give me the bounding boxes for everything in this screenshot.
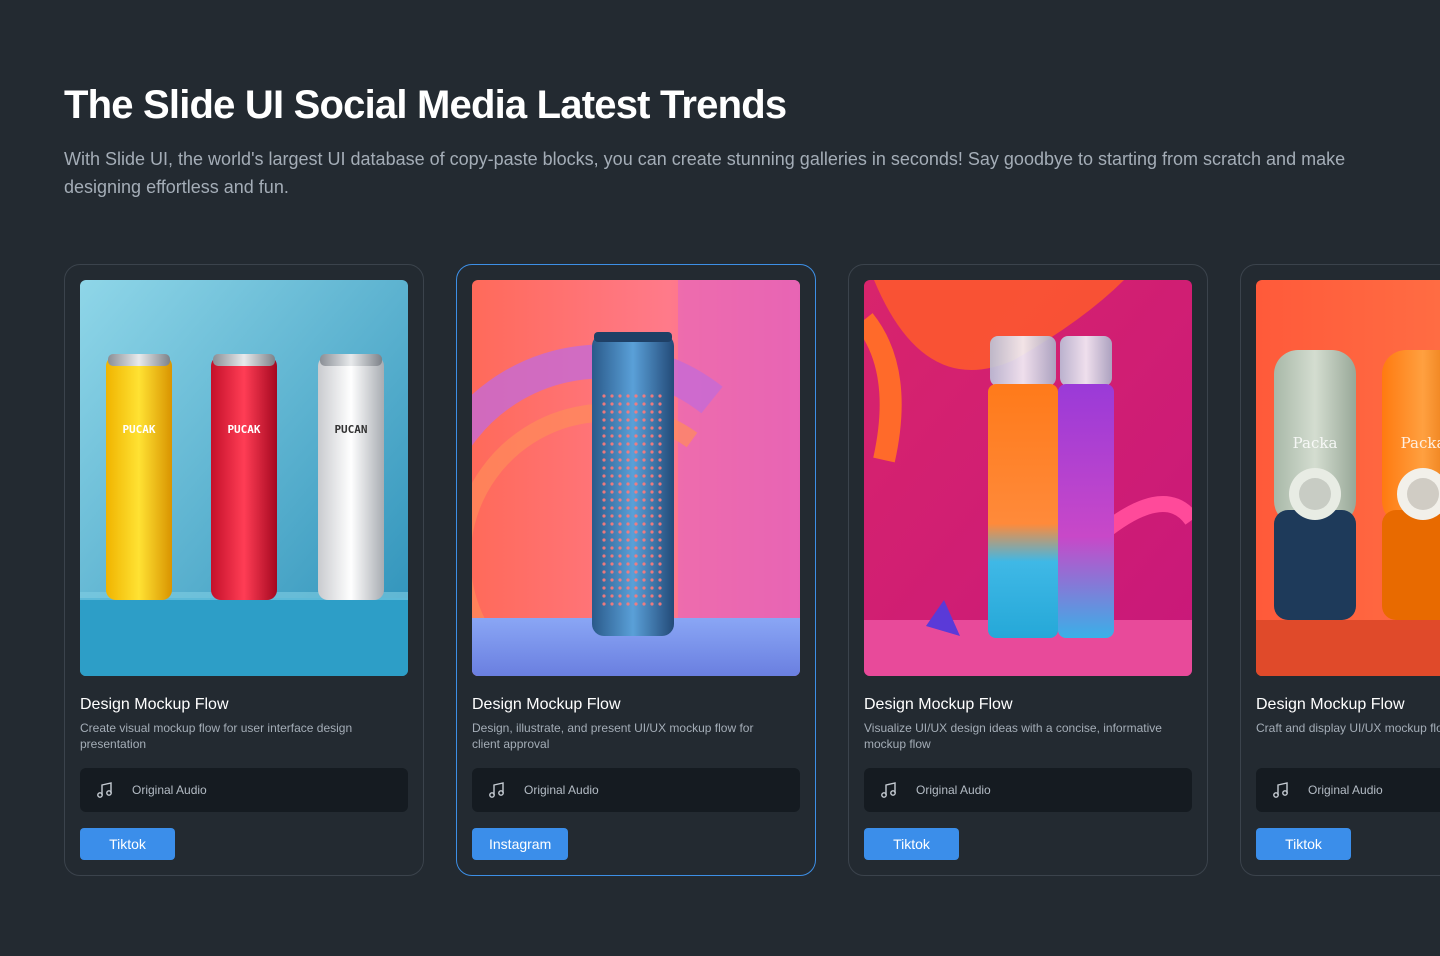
trend-card[interactable]: PUCAK PUCAK PUCAN Design Mockup Flow Cre… bbox=[64, 264, 424, 876]
audio-label: Original Audio bbox=[1308, 783, 1383, 797]
audio-bar[interactable]: Original Audio bbox=[864, 768, 1192, 812]
trend-card[interactable]: Design Mockup Flow Visualize UI/UX desig… bbox=[848, 264, 1208, 876]
can-label: PUCAK bbox=[122, 423, 155, 436]
can-label: PUCAN bbox=[334, 423, 367, 436]
card-description: Craft and display UI/UX mockup flow for … bbox=[1256, 721, 1440, 735]
audio-bar[interactable]: Original Audio bbox=[1256, 768, 1440, 812]
device-mockup-image: Packa Packa bbox=[1256, 280, 1440, 676]
page-title: The Slide UI Social Media Latest Trends bbox=[64, 83, 787, 127]
card-title: Design Mockup Flow bbox=[80, 696, 229, 713]
card-title: Design Mockup Flow bbox=[472, 696, 621, 713]
platform-button[interactable]: Tiktok bbox=[864, 828, 959, 860]
card-image-sprays bbox=[864, 280, 1192, 676]
card-description: Visualize UI/UX design ideas with a conc… bbox=[864, 721, 1162, 751]
platform-button[interactable]: Instagram bbox=[472, 828, 569, 860]
device-label: Packa bbox=[1401, 434, 1440, 452]
bottle-mockup-image bbox=[472, 280, 800, 676]
audio-label: Original Audio bbox=[132, 783, 207, 797]
music-note-icon bbox=[489, 782, 504, 798]
card-description: Design, illustrate, and present UI/UX mo… bbox=[472, 721, 754, 751]
trend-card[interactable]: Packa Packa Design Mockup Flow Craft and… bbox=[1240, 264, 1440, 876]
audio-label: Original Audio bbox=[916, 783, 991, 797]
music-note-icon bbox=[881, 782, 896, 798]
trends-page: The Slide UI Social Media Latest Trends … bbox=[0, 0, 1440, 956]
platform-button[interactable]: Tiktok bbox=[1256, 828, 1351, 860]
music-note-icon bbox=[97, 782, 112, 798]
card-title: Design Mockup Flow bbox=[864, 696, 1013, 713]
device-label: Packa bbox=[1293, 434, 1338, 452]
cans-mockup-image: PUCAK PUCAK PUCAN bbox=[80, 280, 408, 676]
trend-card-active[interactable]: Design Mockup Flow Design, illustrate, a… bbox=[456, 264, 816, 876]
card-description: Create visual mockup flow for user inter… bbox=[80, 721, 353, 751]
spray-mockup-image bbox=[864, 280, 1192, 676]
can-label: PUCAK bbox=[227, 423, 260, 436]
card-image-cans: PUCAK PUCAK PUCAN bbox=[80, 280, 408, 676]
card-image-bottle bbox=[472, 280, 800, 676]
audio-bar[interactable]: Original Audio bbox=[472, 768, 800, 812]
page-subtitle: With Slide UI, the world's largest UI da… bbox=[64, 149, 1346, 197]
audio-bar[interactable]: Original Audio bbox=[80, 768, 408, 812]
audio-label: Original Audio bbox=[524, 783, 599, 797]
platform-button[interactable]: Tiktok bbox=[80, 828, 175, 860]
music-note-icon bbox=[1273, 782, 1288, 798]
card-title: Design Mockup Flow bbox=[1256, 696, 1405, 713]
card-image-devices: Packa Packa bbox=[1256, 280, 1440, 676]
